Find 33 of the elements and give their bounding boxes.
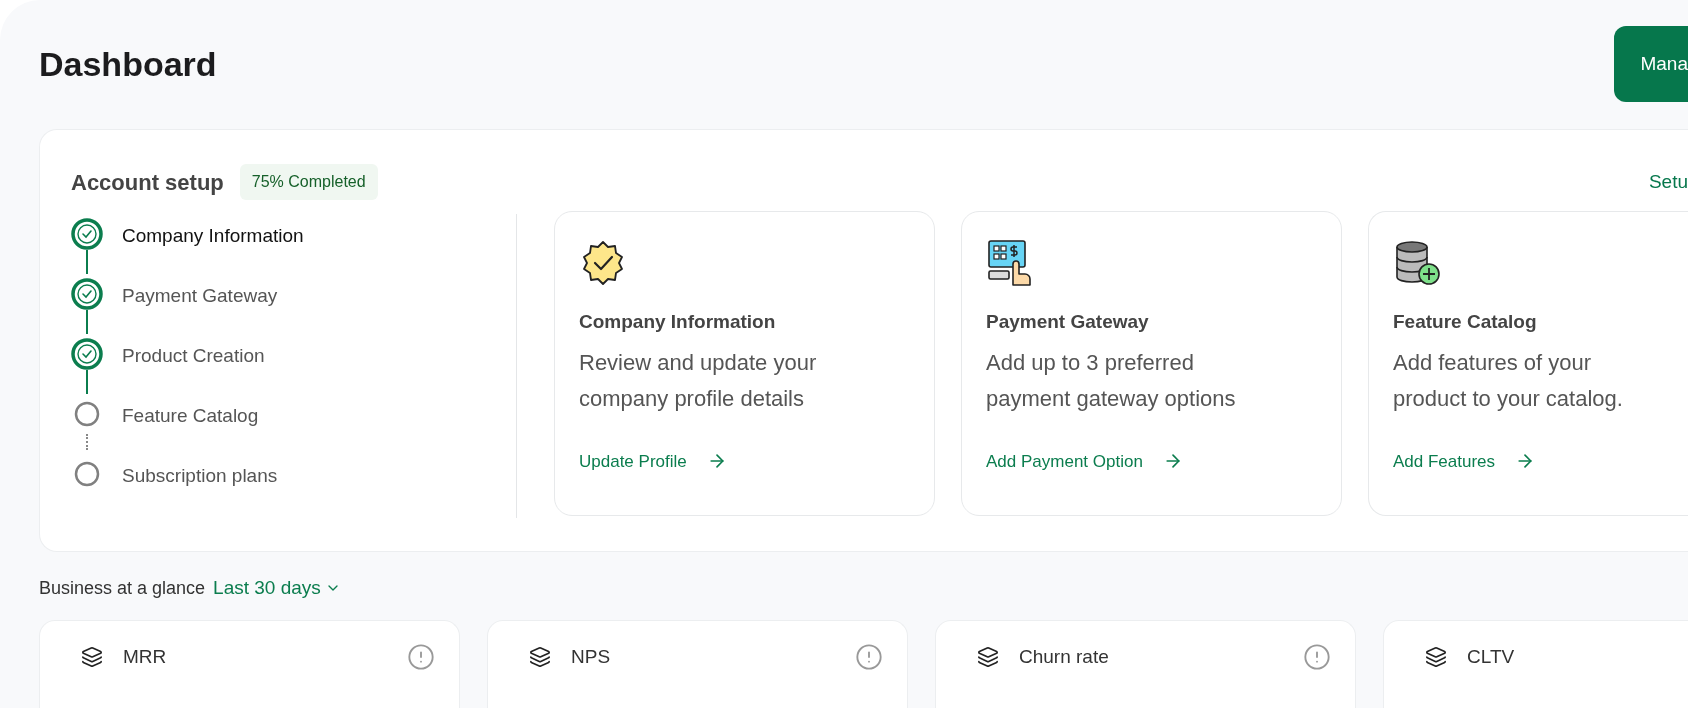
step-label[interactable]: Payment Gateway xyxy=(122,282,278,311)
layers-icon xyxy=(977,645,999,668)
step-label[interactable]: Feature Catalog xyxy=(122,402,259,431)
card-description: Add features of your product to your catalog. xyxy=(1393,348,1624,413)
step-label[interactable]: Product Creation xyxy=(122,342,265,371)
progress-badge: 75% Completed xyxy=(239,164,378,200)
database-plus-icon xyxy=(1393,238,1443,288)
step-label[interactable]: Subscription plans xyxy=(122,462,278,491)
info-icon[interactable] xyxy=(855,642,883,671)
layers-icon xyxy=(529,645,551,668)
card-description: Add up to 3 preferred payment gateway options xyxy=(986,348,1237,413)
card-title: Payment Gateway xyxy=(986,310,1150,334)
step-label[interactable]: Company Information xyxy=(122,222,304,251)
metric-label: MRR xyxy=(123,644,167,669)
card-description: Review and update your company profile details xyxy=(579,348,818,413)
section-title: Account setup xyxy=(71,168,224,197)
manage-button[interactable]: Mana xyxy=(1614,26,1688,102)
card-action-link[interactable]: Add Features xyxy=(1393,448,1536,474)
period-dropdown[interactable]: Last 30 days xyxy=(213,574,341,603)
metric-label: NPS xyxy=(571,644,611,669)
card-title: Feature Catalog xyxy=(1393,310,1538,334)
card-action-link[interactable]: Add Payment Option xyxy=(986,448,1183,474)
setup-link[interactable]: Setu xyxy=(1648,167,1688,197)
card-title: Company Information xyxy=(579,310,777,334)
layers-icon xyxy=(1425,645,1447,668)
metric-label: Churn rate xyxy=(1019,644,1109,669)
card-action-link[interactable]: Update Profile xyxy=(579,448,727,474)
info-icon[interactable] xyxy=(1303,642,1331,671)
info-icon[interactable] xyxy=(407,642,435,671)
section-label: Business at a glance xyxy=(39,576,206,600)
metric-label: CLTV xyxy=(1467,644,1515,669)
page-title: Dashboard xyxy=(39,43,217,85)
layers-icon xyxy=(81,645,103,668)
